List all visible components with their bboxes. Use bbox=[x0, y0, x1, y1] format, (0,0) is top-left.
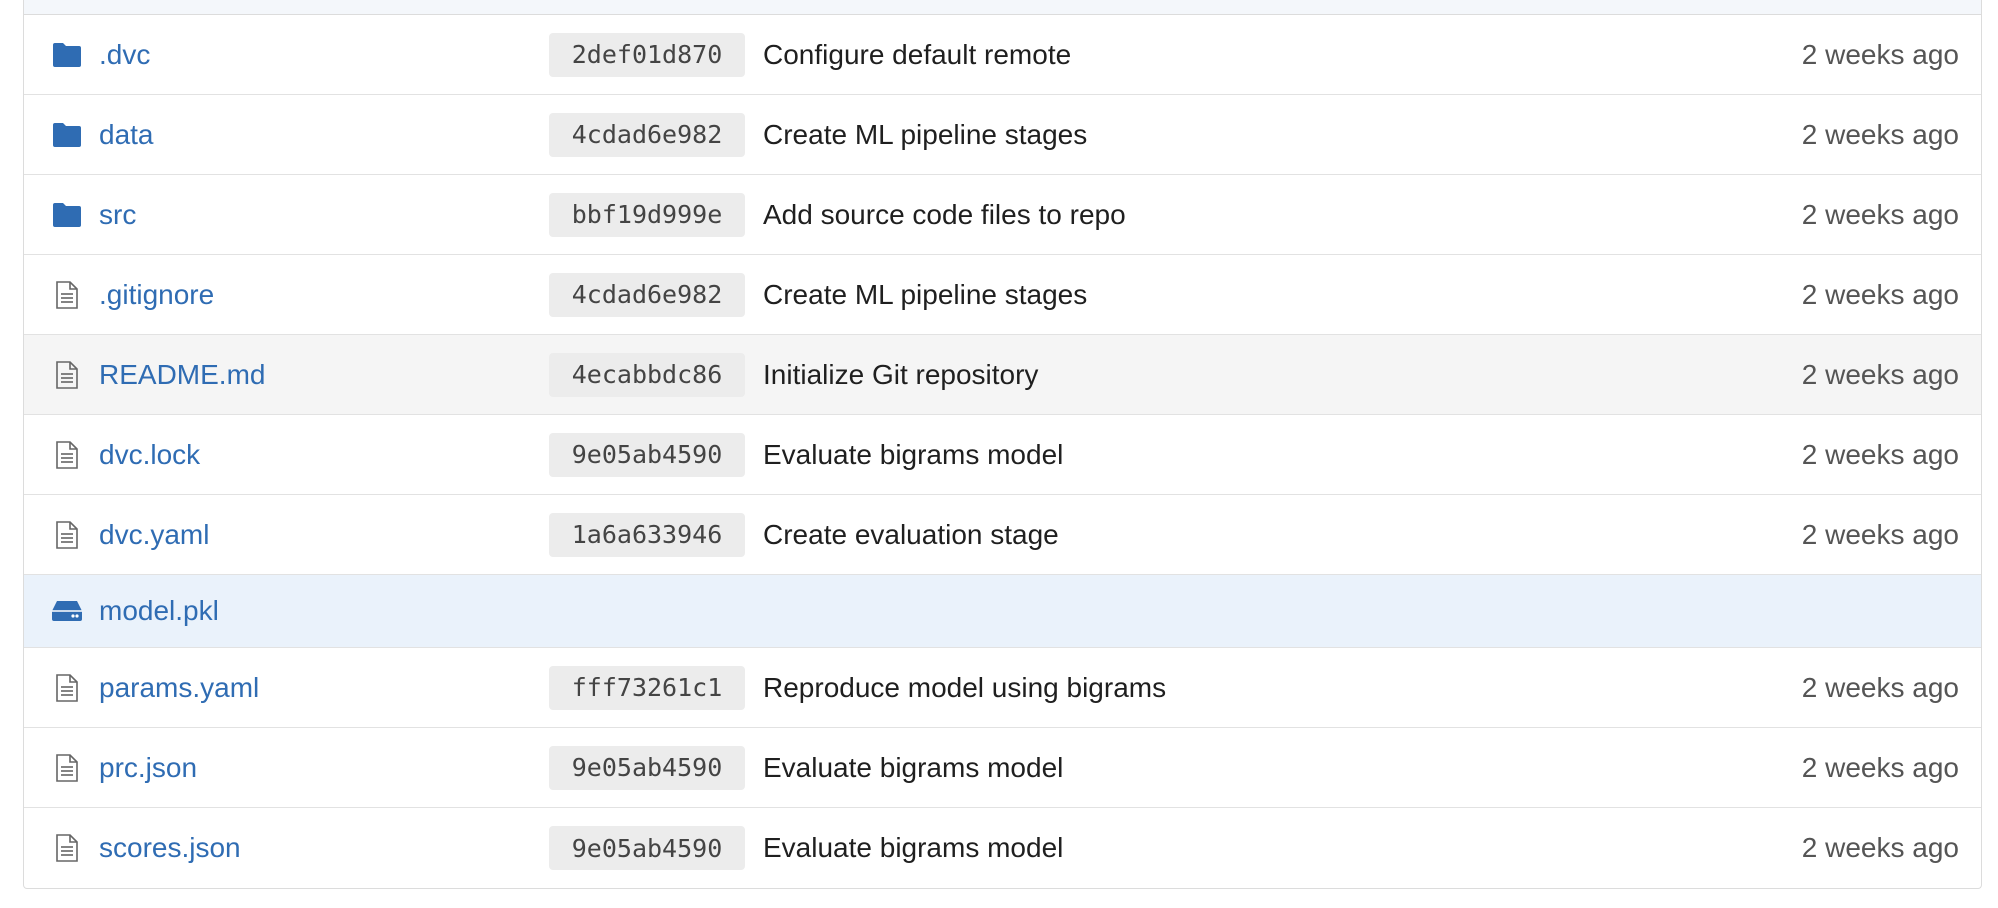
file-name-link[interactable]: model.pkl bbox=[99, 595, 219, 627]
table-row[interactable]: dvc.lock 9e05ab4590 Evaluate bigrams mod… bbox=[24, 415, 1981, 495]
commit-message-link[interactable]: Configure default remote bbox=[763, 39, 1071, 71]
commit-sha-badge[interactable]: 4ecabbdc86 bbox=[549, 352, 745, 397]
folder-icon bbox=[51, 39, 83, 71]
file-name-link[interactable]: .gitignore bbox=[99, 279, 214, 311]
file-name-link[interactable]: data bbox=[99, 119, 154, 151]
table-row[interactable]: params.yaml fff73261c1 Reproduce model u… bbox=[24, 648, 1981, 728]
table-row[interactable]: .gitignore 4cdad6e982 Create ML pipeline… bbox=[24, 255, 1981, 335]
table-row[interactable]: scores.json 9e05ab4590 Evaluate bigrams … bbox=[24, 808, 1981, 888]
table-row[interactable]: data 4cdad6e982 Create ML pipeline stage… bbox=[24, 95, 1981, 175]
commit-sha-badge[interactable]: 9e05ab4590 bbox=[549, 432, 745, 477]
commit-message-link[interactable]: Reproduce model using bigrams bbox=[763, 672, 1166, 704]
commit-message-link[interactable]: Evaluate bigrams model bbox=[763, 439, 1063, 471]
file-name-link[interactable]: README.md bbox=[99, 359, 265, 391]
table-row[interactable]: .dvc 2def01d870 Configure default remote… bbox=[24, 15, 1981, 95]
table-header-strip bbox=[24, 0, 1981, 15]
folder-icon bbox=[51, 119, 83, 151]
commit-message-link[interactable]: Create ML pipeline stages bbox=[763, 279, 1087, 311]
commit-time: 2 weeks ago bbox=[1801, 278, 1959, 310]
commit-message-link[interactable]: Create ML pipeline stages bbox=[763, 119, 1087, 151]
file-name-link[interactable]: prc.json bbox=[99, 752, 197, 784]
file-icon bbox=[51, 359, 83, 391]
folder-icon bbox=[51, 199, 83, 231]
commit-time: 2 weeks ago bbox=[1801, 832, 1959, 863]
file-name-link[interactable]: dvc.yaml bbox=[99, 519, 209, 551]
table-row[interactable]: README.md 4ecabbdc86 Initialize Git repo… bbox=[24, 335, 1981, 415]
file-icon bbox=[51, 752, 83, 784]
commit-message-link[interactable]: Evaluate bigrams model bbox=[763, 832, 1063, 864]
storage-drive-icon bbox=[51, 595, 83, 627]
file-name-link[interactable]: params.yaml bbox=[99, 672, 259, 704]
file-name-link[interactable]: .dvc bbox=[99, 39, 150, 71]
file-browser-table: .dvc 2def01d870 Configure default remote… bbox=[23, 0, 1982, 889]
commit-sha-badge[interactable]: bbf19d999e bbox=[549, 192, 745, 237]
file-icon bbox=[51, 519, 83, 551]
file-icon bbox=[51, 672, 83, 704]
file-icon bbox=[51, 832, 83, 864]
file-icon bbox=[51, 439, 83, 471]
commit-sha-badge[interactable]: 9e05ab4590 bbox=[549, 745, 745, 790]
file-icon bbox=[51, 279, 83, 311]
commit-sha-badge[interactable]: 4cdad6e982 bbox=[549, 112, 745, 157]
commit-time: 2 weeks ago bbox=[1801, 198, 1959, 230]
file-name-link[interactable]: src bbox=[99, 199, 136, 231]
commit-time: 2 weeks ago bbox=[1801, 671, 1959, 703]
commit-message-link[interactable]: Add source code files to repo bbox=[763, 199, 1126, 231]
commit-time: 2 weeks ago bbox=[1801, 118, 1959, 150]
table-row[interactable]: prc.json 9e05ab4590 Evaluate bigrams mod… bbox=[24, 728, 1981, 808]
commit-time: 2 weeks ago bbox=[1801, 751, 1959, 783]
table-row-dvc-output[interactable]: model.pkl bbox=[24, 575, 1981, 648]
commit-sha-badge[interactable]: 1a6a633946 bbox=[549, 512, 745, 557]
commit-time: 2 weeks ago bbox=[1801, 358, 1959, 390]
commit-message-link[interactable]: Initialize Git repository bbox=[763, 359, 1038, 391]
commit-time: 2 weeks ago bbox=[1801, 38, 1959, 70]
commit-sha-badge[interactable]: 9e05ab4590 bbox=[549, 826, 745, 870]
commit-time: 2 weeks ago bbox=[1801, 438, 1959, 470]
commit-message-link[interactable]: Create evaluation stage bbox=[763, 519, 1059, 551]
commit-message-link[interactable]: Evaluate bigrams model bbox=[763, 752, 1063, 784]
commit-sha-badge[interactable]: 2def01d870 bbox=[549, 32, 745, 77]
file-name-link[interactable]: scores.json bbox=[99, 832, 241, 864]
table-row[interactable]: src bbf19d999e Add source code files to … bbox=[24, 175, 1981, 255]
commit-sha-badge[interactable]: fff73261c1 bbox=[549, 665, 745, 710]
file-name-link[interactable]: dvc.lock bbox=[99, 439, 200, 471]
table-row[interactable]: dvc.yaml 1a6a633946 Create evaluation st… bbox=[24, 495, 1981, 575]
commit-time: 2 weeks ago bbox=[1801, 518, 1959, 550]
commit-sha-badge[interactable]: 4cdad6e982 bbox=[549, 272, 745, 317]
